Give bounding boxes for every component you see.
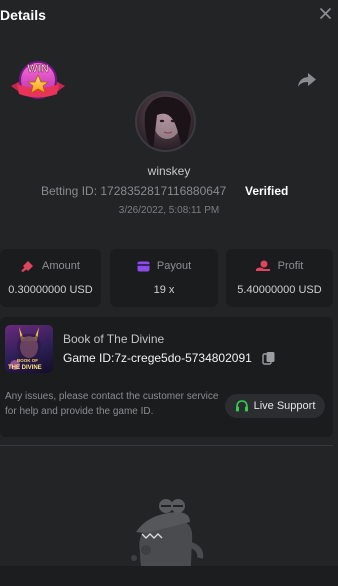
divider [0,445,333,446]
game-id-value: 7z-crege5do-5734802091 [114,351,252,365]
game-name[interactable]: Book of The Divine [63,332,164,346]
amount-card: Amount 0.30000000 USD [0,249,101,307]
support-note: Any issues, please contact the customer … [5,391,219,417]
coins-icon [255,260,270,271]
game-card: BOOK OF THE DIVINE Book of The Divine Ga… [0,317,333,437]
game-cover-icon: BOOK OF THE DIVINE [8,327,42,371]
profit-label: Profit [277,260,304,272]
share-button[interactable] [296,70,318,90]
bottom-bar [0,566,338,586]
close-icon [319,7,331,19]
betting-id-line: Betting ID: 1728352817116880647 [41,184,226,198]
card-icon [137,261,150,271]
copy-button[interactable] [262,351,276,365]
game-thumbnail[interactable]: BOOK OF THE DIVINE [5,325,53,373]
game-id-label: Game ID: [63,351,115,365]
amount-value: 0.30000000 USD [8,284,93,296]
betting-id-value: 1728352817116880647 [100,184,227,198]
username: winskey [147,164,191,178]
bet-icon [21,261,34,272]
thumb-text-1: BOOK OF [17,358,38,363]
payout-value: 19 x [153,284,175,296]
amount-label: Amount [42,260,80,272]
profit-value: 5.40000000 USD [237,284,322,296]
details-header: Details [0,0,338,28]
payout-card: Payout 19 x [110,249,218,307]
win-badge-text: WIN [27,63,48,75]
verified-badge: Verified [245,184,289,198]
live-support-button[interactable]: Live Support [225,394,325,418]
win-badge-icon: WIN [11,61,65,99]
copy-icon [262,352,275,365]
share-icon [298,73,316,87]
betting-id-label: Betting ID: [41,184,98,198]
page-title: Details [0,7,46,23]
thumb-text-2: THE DIVINE [8,365,42,371]
profit-card: Profit 5.40000000 USD [226,249,333,307]
close-button[interactable] [316,4,334,22]
headset-icon [235,400,248,412]
live-support-label: Live Support [253,400,316,412]
avatar-photo-icon [144,96,191,150]
bet-datetime: 3/26/2022, 5:08:11 PM [118,205,220,216]
payout-label: Payout [156,260,192,272]
user-avatar [135,91,196,152]
game-id-line: Game ID:7z-crege5do-5734802091 [63,351,252,365]
